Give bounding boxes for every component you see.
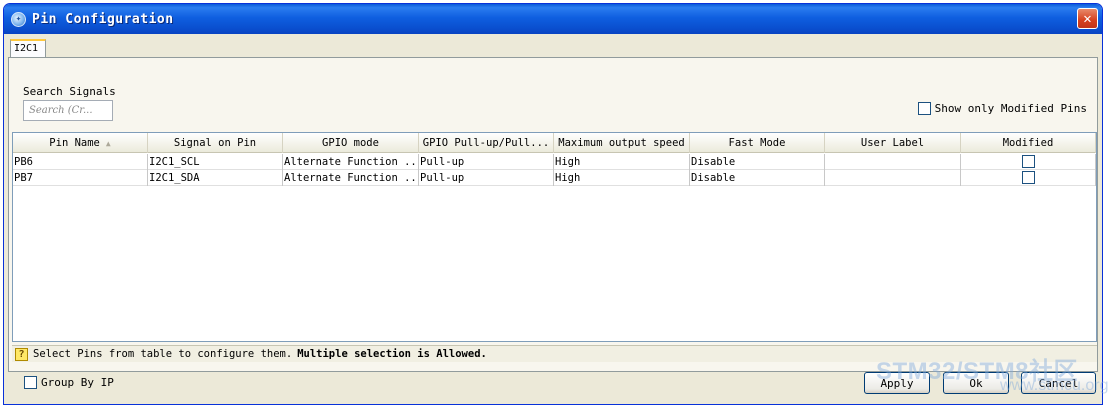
modified-checkbox[interactable]	[1021, 155, 1035, 168]
cell-output-speed[interactable]: High	[554, 170, 690, 186]
show-modified-checkbox[interactable]	[917, 102, 931, 115]
title-bar[interactable]: ✦ Pin Configuration ✕	[4, 4, 1102, 34]
cell-fast-mode[interactable]: Disable	[690, 170, 825, 186]
show-modified-option[interactable]: Show only Modified Pins	[917, 102, 1087, 115]
tab-i2c1[interactable]: I2C1	[10, 39, 46, 58]
cell-user-label[interactable]	[825, 170, 961, 186]
cell-fast-mode[interactable]: Disable	[690, 154, 825, 170]
cell-pin-name[interactable]: PB7	[13, 170, 148, 186]
column-header-modified[interactable]: Modified	[961, 133, 1096, 153]
shield-icon: ✦	[11, 11, 26, 27]
cell-modified	[961, 170, 1096, 186]
status-text: Select Pins from table to configure them…	[33, 348, 293, 360]
close-button[interactable]: ✕	[1077, 8, 1098, 29]
cell-user-label[interactable]	[825, 154, 961, 170]
search-label: Search Signals	[23, 85, 116, 98]
column-header-user-label[interactable]: User Label	[825, 133, 961, 153]
column-header-output-speed[interactable]: Maximum output speed	[554, 133, 690, 153]
cell-pull[interactable]: Pull-up	[419, 170, 554, 186]
cell-pin-name[interactable]: PB6	[13, 154, 148, 170]
cell-output-speed[interactable]: High	[554, 154, 690, 170]
help-icon: ?	[15, 347, 28, 361]
status-bold-text: Multiple selection is Allowed.	[297, 348, 487, 360]
cell-gpio-mode[interactable]: Alternate Function ...	[283, 170, 419, 186]
window-title: Pin Configuration	[32, 11, 174, 27]
table-header: Pin Name ▲ Signal on Pin GPIO mode GPIO P…	[13, 133, 1096, 153]
cell-gpio-mode[interactable]: Alternate Function ...	[283, 154, 419, 170]
cell-signal[interactable]: I2C1_SDA	[148, 170, 283, 186]
group-by-ip-checkbox[interactable]	[24, 376, 37, 389]
cell-pull[interactable]: Pull-up	[419, 154, 554, 170]
pin-table[interactable]: Pin Name ▲ Signal on Pin GPIO mode GPIO P…	[12, 132, 1097, 342]
column-header-fast-mode[interactable]: Fast Mode	[690, 133, 825, 153]
column-header-signal[interactable]: Signal on Pin	[148, 133, 283, 153]
show-modified-label: Show only Modified Pins	[934, 102, 1087, 115]
column-header-gpio-mode[interactable]: GPIO mode	[283, 133, 419, 153]
search-input[interactable]: Search (Cr...	[23, 100, 113, 121]
sort-ascending-icon: ▲	[105, 139, 111, 148]
table-row[interactable]: PB7 I2C1_SDA Alternate Function ... Pull…	[13, 170, 1096, 186]
watermark-url: www.stmcu.org	[1000, 377, 1109, 394]
pin-configuration-dialog: ✦ Pin Configuration ✕ I2C1 Search Signal…	[3, 3, 1103, 405]
column-header-pull[interactable]: GPIO Pull-up/Pull...	[419, 133, 554, 153]
group-by-ip-option[interactable]: Group By IP	[24, 376, 114, 389]
cell-signal[interactable]: I2C1_SCL	[148, 154, 283, 170]
group-by-ip-label: Group By IP	[41, 376, 114, 389]
table-row[interactable]: PB6 I2C1_SCL Alternate Function ... Pull…	[13, 154, 1096, 170]
modified-checkbox[interactable]	[1021, 171, 1035, 184]
column-header-pin-name[interactable]: Pin Name ▲	[13, 133, 148, 153]
tab-panel: Search Signals Search (Cr... Show only M…	[8, 57, 1098, 372]
cell-modified	[961, 154, 1096, 170]
